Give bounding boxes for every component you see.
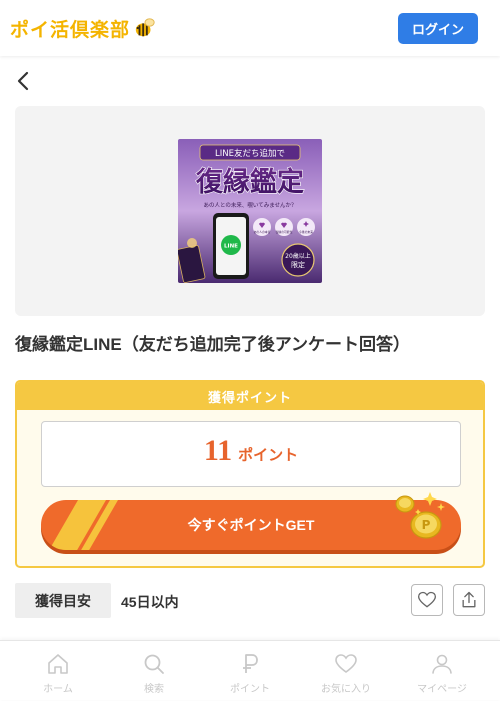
search-icon xyxy=(144,654,164,674)
tab-point[interactable]: ポイント xyxy=(200,641,300,701)
login-button[interactable]: ログイン xyxy=(398,13,478,44)
point-unit: ポイント xyxy=(238,447,299,464)
tab-home[interactable]: ホーム xyxy=(8,641,108,701)
banner-circle-1: あの人の本音 xyxy=(254,230,271,234)
offer-title: 復縁鑑定LINE（友だち追加完了後アンケート回答） xyxy=(15,335,411,354)
bottom-tab-bar: ホーム 検索 ポイント お気に入り マイページ xyxy=(0,640,500,700)
tab-home-label: ホーム xyxy=(43,684,73,695)
heart-icon xyxy=(335,654,357,673)
line-logo: LINE xyxy=(224,244,238,250)
share-button[interactable] xyxy=(453,584,485,616)
bee-icon xyxy=(135,18,155,37)
app-header: ポイ活倶楽部 ログイン xyxy=(0,0,500,56)
tab-search-label: 検索 xyxy=(144,684,164,695)
point-header: 獲得ポイント xyxy=(17,382,483,410)
get-points-label: 今すぐポイントGET xyxy=(187,517,315,533)
offer-banner-image: LINE友だち追加で 復縁鑑定 あの人との未来、覗いてみませんか？ あの人の本音… xyxy=(178,139,322,283)
age-badge-line2: 限定 xyxy=(291,260,305,269)
logo-text: ポイ活倶楽部 xyxy=(10,18,131,41)
home-icon xyxy=(48,654,68,674)
estimate-label: 獲得目安 xyxy=(15,583,111,618)
favorite-button[interactable] xyxy=(411,584,443,616)
age-badge-line1: 20歳以上 xyxy=(285,252,311,260)
point-icon xyxy=(243,654,258,673)
site-logo[interactable]: ポイ活倶楽部 xyxy=(10,16,156,41)
tab-point-label: ポイント xyxy=(230,684,270,695)
user-icon xyxy=(432,654,452,674)
estimate-value: 45日以内 xyxy=(121,594,179,610)
coins-icon: P xyxy=(395,492,445,539)
tab-mypage-label: マイページ xyxy=(417,684,467,695)
back-arrow-icon[interactable] xyxy=(14,70,34,92)
banner-main-text: 復縁鑑定 xyxy=(195,166,304,198)
tab-favorites-label: お気に入り xyxy=(321,684,371,695)
heart-icon xyxy=(417,591,437,608)
banner-circle-2: 復縁の可能性 xyxy=(276,230,293,234)
share-icon xyxy=(462,591,476,608)
point-value: 11 xyxy=(203,434,233,467)
tab-search[interactable]: 検索 xyxy=(104,641,204,701)
point-value-box: 11 ポイント xyxy=(41,421,461,487)
tab-mypage[interactable]: マイページ xyxy=(392,641,492,701)
banner-sub-text: あの人との未来、覗いてみませんか？ xyxy=(203,201,296,209)
tab-favorites[interactable]: お気に入り xyxy=(296,641,396,701)
banner-top-text: LINE友だち追加で xyxy=(215,148,285,159)
banner-circle-3: 今後の未来 xyxy=(299,230,313,234)
svg-text:P: P xyxy=(422,518,431,532)
